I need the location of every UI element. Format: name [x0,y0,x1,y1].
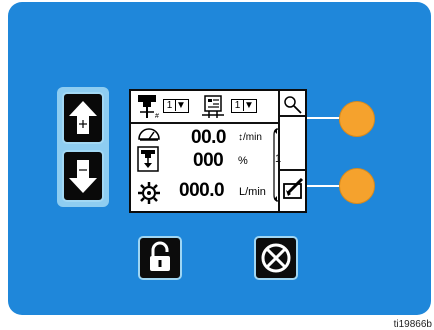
display-screen: # 1 ▼ 1 ▼ 00.0 ↕/min 000 % 000.0 L/min [129,89,307,213]
gear-icon [138,182,160,204]
unlock-icon [150,241,170,271]
divider [278,91,280,211]
pump-select-icon: # [138,95,159,120]
pump-select-dropdown[interactable]: 1 ▼ [163,99,189,113]
up-arrow-button[interactable] [62,92,104,144]
percent-unit: % [238,155,248,167]
svg-text:#: # [155,113,159,120]
stop-icon [261,243,291,273]
down-arrow-button[interactable] [62,150,104,202]
down-arrow-icon [69,160,97,193]
meter-select-icon [202,95,224,118]
figure-id: ti19866b [393,319,432,330]
status-led [339,101,375,137]
chevron-down-icon: ▼ [244,100,254,111]
up-arrow-icon [69,101,97,134]
flow-value: 000.0 [179,180,225,201]
divider [280,115,305,117]
meter-select-dropdown[interactable]: 1 ▼ [231,99,257,113]
unlock-button[interactable] [138,236,182,280]
stop-button[interactable] [254,236,298,280]
status-led [339,168,375,204]
search-icon[interactable] [283,95,303,115]
pump-icon [137,146,159,172]
arrow-key-group [57,87,109,207]
gauge-icon [138,128,160,141]
rate-unit: ↕/min [238,132,262,143]
edit-icon[interactable] [282,175,306,201]
flow-unit: L/min [239,186,266,198]
pump-select-value: 1 [164,100,176,111]
chevron-down-icon: ▼ [176,100,186,111]
rate-value: 00.0 [191,127,226,148]
meter-select-value: 1 [232,100,244,111]
divider [131,122,278,124]
divider [280,169,305,171]
percent-value: 000 [193,150,224,171]
